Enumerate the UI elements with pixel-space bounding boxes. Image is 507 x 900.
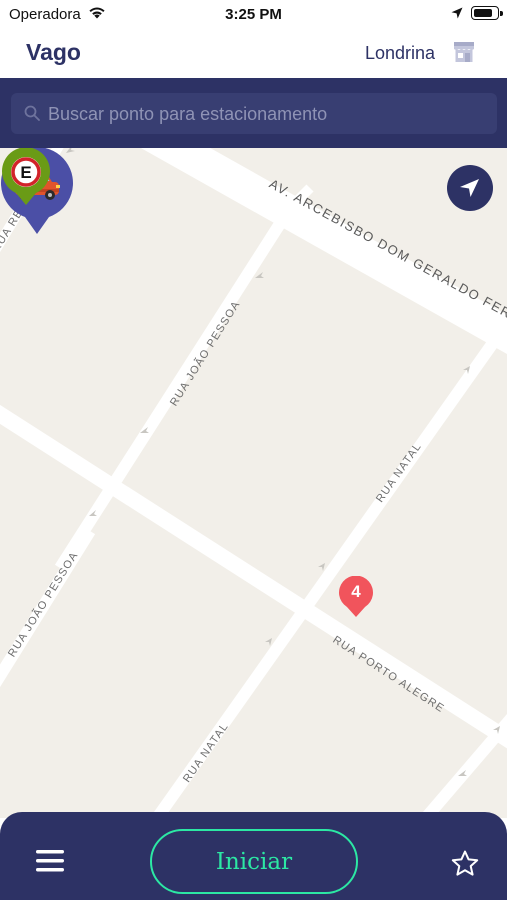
battery-nub xyxy=(500,11,503,16)
battery-fill xyxy=(474,9,492,17)
navigation-arrow-icon xyxy=(460,179,479,197)
menu-icon[interactable] xyxy=(36,849,64,873)
cluster-marker[interactable]: 4 xyxy=(338,576,374,618)
header: Vago Londrina xyxy=(0,28,507,78)
locate-me-button[interactable] xyxy=(447,165,493,211)
start-button-label: Iniciar xyxy=(215,849,293,875)
parking-marker[interactable]: E xyxy=(0,148,52,206)
map-roads xyxy=(0,148,507,818)
bottom-bar: Iniciar xyxy=(0,812,507,900)
search-placeholder: Buscar ponto para estacionamento xyxy=(48,104,328,124)
store-icon[interactable] xyxy=(452,40,476,64)
search-icon xyxy=(24,105,40,121)
star-icon[interactable] xyxy=(450,849,480,879)
clock: 3:25 PM xyxy=(225,6,282,23)
location-arrow-icon xyxy=(451,7,463,19)
app-title: Vago xyxy=(26,39,81,65)
battery-icon xyxy=(471,6,503,20)
status-bar: Operadora 3:25 PM xyxy=(0,0,507,28)
search-input[interactable]: Buscar ponto para estacionamento xyxy=(11,93,497,134)
map-view[interactable]: AV. ARCEBISBO DOM GERALDO FERNANDES RUA … xyxy=(0,148,507,818)
parking-letter: E xyxy=(20,163,31,182)
search-bar: Buscar ponto para estacionamento xyxy=(0,78,507,148)
city-selector[interactable]: Londrina xyxy=(365,43,435,64)
cluster-count: 4 xyxy=(351,582,361,601)
start-button[interactable]: Iniciar xyxy=(150,829,358,894)
